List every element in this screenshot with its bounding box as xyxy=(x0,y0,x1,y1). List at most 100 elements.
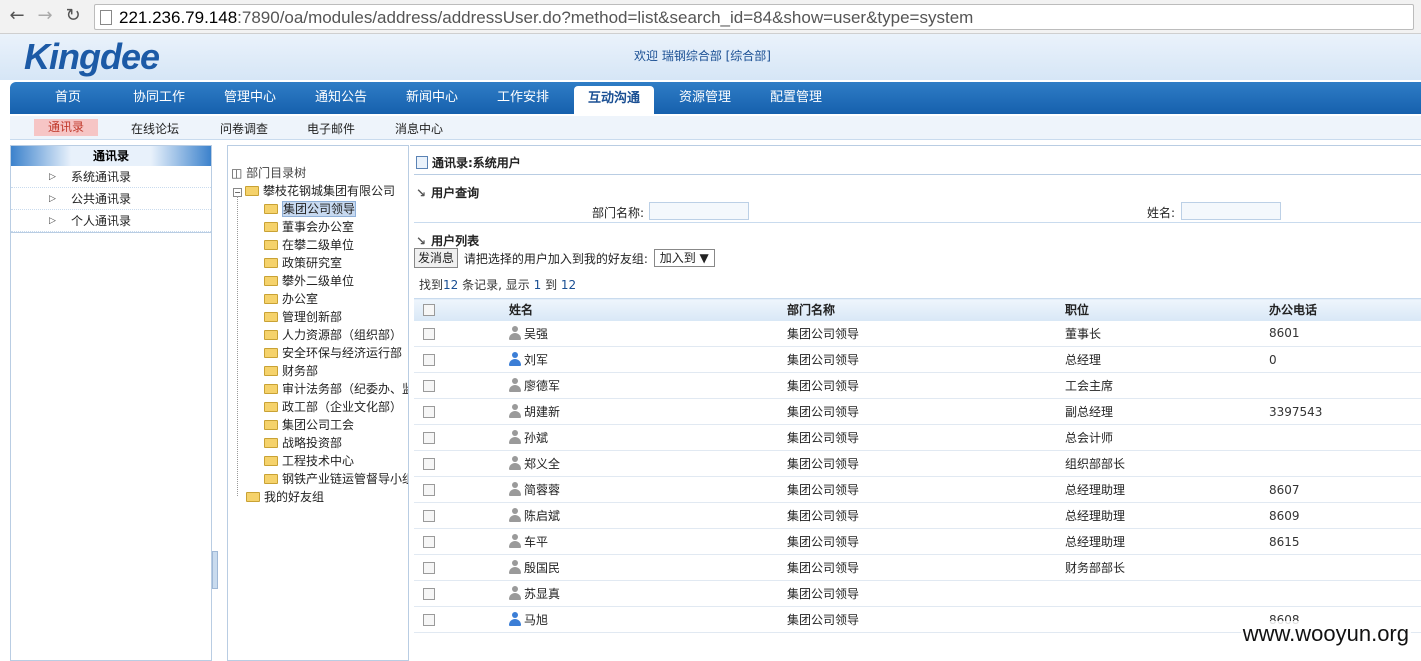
table-row[interactable]: 陈启斌 集团公司领导 总经理助理 8609 xyxy=(414,502,1421,529)
tree-friends-node[interactable]: 我的好友组 xyxy=(246,488,324,505)
tree-dept-node[interactable]: 财务部 xyxy=(264,362,318,380)
user-name[interactable]: 陈启斌 xyxy=(524,509,560,523)
dept-name-input[interactable] xyxy=(649,202,749,220)
sub-nav-item-0[interactable]: 通讯录 xyxy=(34,119,99,136)
user-name[interactable]: 胡建新 xyxy=(524,405,560,419)
nav-item-4[interactable]: 新闻中心 xyxy=(406,82,458,114)
collapse-handle[interactable] xyxy=(212,551,218,589)
user-name-cell[interactable]: 简蓉蓉 xyxy=(509,476,787,503)
table-row[interactable]: 车平 集团公司领导 总经理助理 8615 xyxy=(414,528,1421,555)
user-name[interactable]: 廖德军 xyxy=(524,379,560,393)
user-name-cell[interactable]: 殷国民 xyxy=(509,554,787,581)
user-name[interactable]: 简蓉蓉 xyxy=(524,483,560,497)
tree-dept-node[interactable]: 人力资源部（组织部） xyxy=(264,326,402,344)
name-input[interactable] xyxy=(1181,202,1281,220)
user-name[interactable]: 郑义全 xyxy=(524,457,560,471)
tree-dept-node[interactable]: 钢铁产业链运管督导小组 xyxy=(264,470,408,488)
table-row[interactable]: 胡建新 集团公司领导 副总经理 3397543 xyxy=(414,398,1421,425)
panel-splitter[interactable] xyxy=(212,525,218,595)
tree-dept-node[interactable]: 集团公司工会 xyxy=(264,416,354,434)
tree-dept-node[interactable]: 在攀二级单位 xyxy=(264,236,354,254)
left-nav-item-2[interactable]: ▷ 个人通讯录 xyxy=(11,210,211,232)
address-bar[interactable]: 221.236.79.148:7890/oa/modules/address/a… xyxy=(94,4,1414,30)
reload-icon[interactable]: ↻ xyxy=(62,5,84,27)
row-checkbox[interactable] xyxy=(423,354,435,366)
row-checkbox[interactable] xyxy=(423,458,435,470)
nav-item-8[interactable]: 配置管理 xyxy=(770,82,822,114)
row-checkbox[interactable] xyxy=(423,380,435,392)
table-row[interactable]: 简蓉蓉 集团公司领导 总经理助理 8607 xyxy=(414,476,1421,503)
tree-company-node[interactable]: − 攀枝花钢城集团有限公司 xyxy=(233,182,395,199)
tree-dept-node[interactable]: 安全环保与经济运行部 xyxy=(264,344,402,362)
row-checkbox[interactable] xyxy=(423,510,435,522)
row-checkbox[interactable] xyxy=(423,588,435,600)
nav-item-6[interactable]: 互动沟通 xyxy=(574,86,655,114)
nav-item-1[interactable]: 协同工作 xyxy=(133,82,185,114)
col-dept-header[interactable]: 部门名称 xyxy=(787,298,1065,321)
user-name[interactable]: 苏显真 xyxy=(524,587,560,601)
user-name[interactable]: 孙斌 xyxy=(524,431,548,445)
nav-item-3[interactable]: 通知公告 xyxy=(315,82,367,114)
user-name-cell[interactable]: 孙斌 xyxy=(509,424,787,451)
tree-dept-node[interactable]: 管理创新部 xyxy=(264,308,342,326)
col-title-header[interactable]: 职位 xyxy=(1065,298,1269,321)
nav-item-5[interactable]: 工作安排 xyxy=(497,82,549,114)
col-phone-header[interactable]: 办公电话 xyxy=(1269,298,1421,321)
tree-dept-node[interactable]: 工程技术中心 xyxy=(264,452,354,470)
row-checkbox[interactable] xyxy=(423,614,435,626)
tree-dept-node[interactable]: 战略投资部 xyxy=(264,434,342,452)
url-text[interactable]: 221.236.79.148:7890/oa/modules/address/a… xyxy=(119,8,973,28)
table-row[interactable]: 苏显真 集团公司领导 xyxy=(414,580,1421,607)
user-name[interactable]: 车平 xyxy=(524,535,548,549)
table-row[interactable]: 吴强 集团公司领导 董事长 8601 xyxy=(414,320,1421,347)
nav-item-7[interactable]: 资源管理 xyxy=(679,82,731,114)
row-checkbox[interactable] xyxy=(423,406,435,418)
row-checkbox[interactable] xyxy=(423,536,435,548)
tree-dept-node[interactable]: 政策研究室 xyxy=(264,254,342,272)
tree-dept-node[interactable]: 集团公司领导 xyxy=(264,200,357,218)
sub-nav-item-3[interactable]: 电子邮件 xyxy=(307,120,355,137)
user-name[interactable]: 吴强 xyxy=(524,327,548,341)
table-row[interactable]: 廖德军 集团公司领导 工会主席 xyxy=(414,372,1421,399)
tree-dept-node[interactable]: 审计法务部（纪委办、监 xyxy=(264,380,408,398)
sub-nav-item-4[interactable]: 消息中心 xyxy=(395,120,443,137)
tree-dept-node[interactable]: 董事会办公室 xyxy=(264,218,354,236)
user-name-cell[interactable]: 胡建新 xyxy=(509,398,787,425)
tree-dept-node[interactable]: 办公室 xyxy=(264,290,318,308)
select-all-checkbox[interactable] xyxy=(423,304,435,317)
add-to-group-select[interactable]: 加入到 ▼ xyxy=(653,249,715,267)
user-name[interactable]: 刘军 xyxy=(524,353,548,367)
left-nav-item-1[interactable]: ▷ 公共通讯录 xyxy=(11,188,211,210)
row-checkbox[interactable] xyxy=(423,327,435,340)
tree-dept-node[interactable]: 政工部（企业文化部） xyxy=(264,398,402,416)
user-name-cell[interactable]: 马旭 xyxy=(509,606,787,633)
col-name-header[interactable]: 姓名 xyxy=(509,298,787,321)
left-nav-item-0[interactable]: ▷ 系统通讯录 xyxy=(11,166,211,188)
nav-item-0[interactable]: 首页 xyxy=(55,82,81,114)
user-name-cell[interactable]: 刘军 xyxy=(509,346,787,373)
user-name-cell[interactable]: 苏显真 xyxy=(509,580,787,607)
table-row[interactable]: 刘军 集团公司领导 总经理 0 xyxy=(414,346,1421,373)
tree-dept-label: 人力资源部（组织部） xyxy=(282,328,403,342)
back-arrow-icon[interactable]: ← xyxy=(6,5,28,27)
sub-nav-item-2[interactable]: 问卷调查 xyxy=(220,120,268,137)
tree-dept-node[interactable]: 攀外二级单位 xyxy=(264,272,354,290)
user-name-cell[interactable]: 陈启斌 xyxy=(509,502,787,529)
send-message-button[interactable]: 发消息 xyxy=(414,248,459,268)
row-checkbox[interactable] xyxy=(423,562,435,574)
user-name-cell[interactable]: 郑义全 xyxy=(509,450,787,477)
sub-nav-item-1[interactable]: 在线论坛 xyxy=(131,120,179,137)
user-name-cell[interactable]: 吴强 xyxy=(509,320,787,347)
left-nav-item-label: 公共通讯录 xyxy=(71,192,132,206)
user-name[interactable]: 殷国民 xyxy=(524,561,560,575)
row-checkbox[interactable] xyxy=(423,432,435,444)
table-row[interactable]: 郑义全 集团公司领导 组织部部长 xyxy=(414,450,1421,477)
user-name-cell[interactable]: 车平 xyxy=(509,528,787,555)
user-name[interactable]: 马旭 xyxy=(524,613,548,627)
forward-arrow-icon[interactable]: → xyxy=(34,5,56,27)
user-name-cell[interactable]: 廖德军 xyxy=(509,372,787,399)
table-row[interactable]: 殷国民 集团公司领导 财务部部长 xyxy=(414,554,1421,581)
nav-item-2[interactable]: 管理中心 xyxy=(224,82,276,114)
table-row[interactable]: 孙斌 集团公司领导 总会计师 xyxy=(414,424,1421,451)
row-checkbox[interactable] xyxy=(423,484,435,496)
